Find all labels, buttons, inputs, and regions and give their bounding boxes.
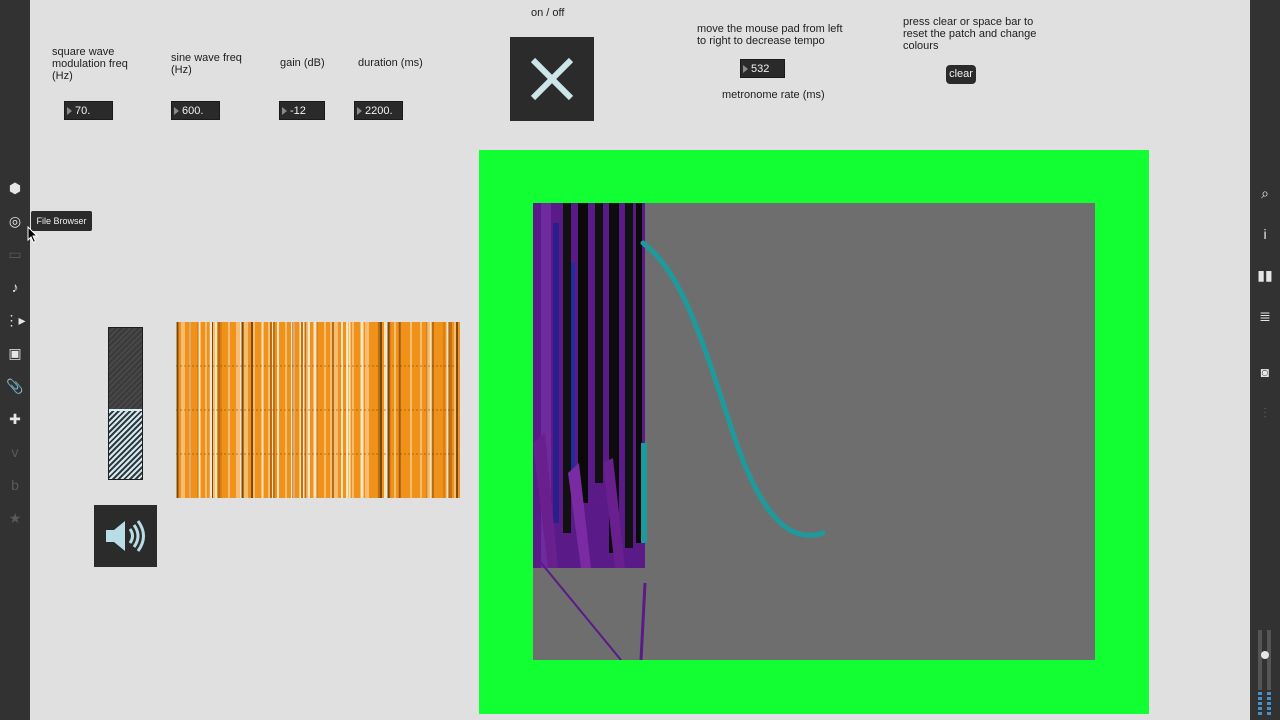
metronome-instruction: move the mouse pad from left to right to… bbox=[697, 23, 843, 47]
star-icon[interactable]: ★ bbox=[7, 510, 23, 526]
sine-wave-number-box[interactable]: 600. bbox=[171, 101, 220, 120]
video-visuals bbox=[533, 203, 826, 660]
plug-icon[interactable]: ✚ bbox=[7, 411, 23, 427]
sine-wave-value: 600. bbox=[182, 105, 204, 117]
b-package-icon[interactable]: b bbox=[7, 477, 23, 493]
waveform-lines bbox=[176, 322, 460, 498]
duration-value: 2200. bbox=[365, 105, 393, 117]
duration-label: duration (ms) bbox=[358, 57, 423, 69]
number-box-arrow-icon bbox=[67, 107, 72, 115]
cube-icon[interactable]: ⬢ bbox=[7, 180, 23, 196]
image-icon[interactable]: ▣ bbox=[7, 345, 23, 361]
square-wave-label: square wave modulation freq (Hz) bbox=[52, 46, 128, 82]
mixer-icon[interactable]: ⫶ bbox=[1257, 405, 1273, 421]
output-level-meters bbox=[1258, 630, 1271, 715]
metronome-label: metronome rate (ms) bbox=[722, 89, 825, 101]
search-icon[interactable]: ⌕ bbox=[1257, 185, 1273, 201]
video-output[interactable] bbox=[533, 203, 1095, 660]
toggle-label: on / off bbox=[531, 7, 565, 19]
number-box-arrow-icon bbox=[357, 107, 362, 115]
waveform-display bbox=[176, 322, 460, 498]
meter-fill bbox=[109, 409, 142, 479]
metronome-value: 532 bbox=[751, 63, 770, 75]
list-icon[interactable]: ≣ bbox=[1257, 308, 1273, 324]
paperclip-icon[interactable]: 📎 bbox=[6, 378, 23, 394]
toggle-x-icon bbox=[530, 57, 574, 101]
sine-wave-label: sine wave freq (Hz) bbox=[171, 52, 242, 76]
number-box-arrow-icon bbox=[174, 107, 179, 115]
on-off-toggle[interactable] bbox=[510, 37, 594, 121]
right-sidebar bbox=[1250, 0, 1280, 720]
duration-number-box[interactable]: 2200. bbox=[354, 101, 403, 120]
gain-number-box[interactable]: -12 bbox=[279, 101, 325, 120]
clear-button[interactable]: clear bbox=[946, 65, 976, 84]
info-icon[interactable]: i bbox=[1257, 226, 1273, 242]
metronome-number-box[interactable]: 532 bbox=[740, 59, 785, 78]
file-browser-icon[interactable]: ◎ bbox=[7, 213, 23, 229]
reference-icon[interactable]: ▮▮ bbox=[1257, 267, 1273, 283]
speaker-icon bbox=[106, 520, 145, 552]
mouse-cursor-icon bbox=[27, 226, 39, 244]
v-package-icon[interactable]: v bbox=[7, 444, 23, 460]
monitor-icon[interactable]: ▭ bbox=[7, 246, 23, 262]
gain-level-meter[interactable] bbox=[108, 327, 143, 480]
clear-instruction: press clear or space bar to reset the pa… bbox=[903, 16, 1037, 52]
square-wave-number-box[interactable]: 70. bbox=[64, 101, 113, 120]
meter-background bbox=[109, 328, 142, 410]
audio-on-button[interactable] bbox=[94, 505, 157, 567]
gain-value: -12 bbox=[290, 105, 306, 117]
number-box-arrow-icon bbox=[743, 65, 748, 73]
gain-label: gain (dB) bbox=[280, 57, 325, 69]
number-box-arrow-icon bbox=[282, 107, 287, 115]
square-wave-value: 70. bbox=[75, 105, 91, 117]
music-note-icon[interactable]: ♪ bbox=[7, 279, 23, 295]
tooltip: File Browser bbox=[31, 211, 92, 231]
sequence-icon[interactable]: ⋮▸ bbox=[4, 312, 25, 328]
snapshot-icon[interactable]: ◙ bbox=[1257, 364, 1273, 380]
